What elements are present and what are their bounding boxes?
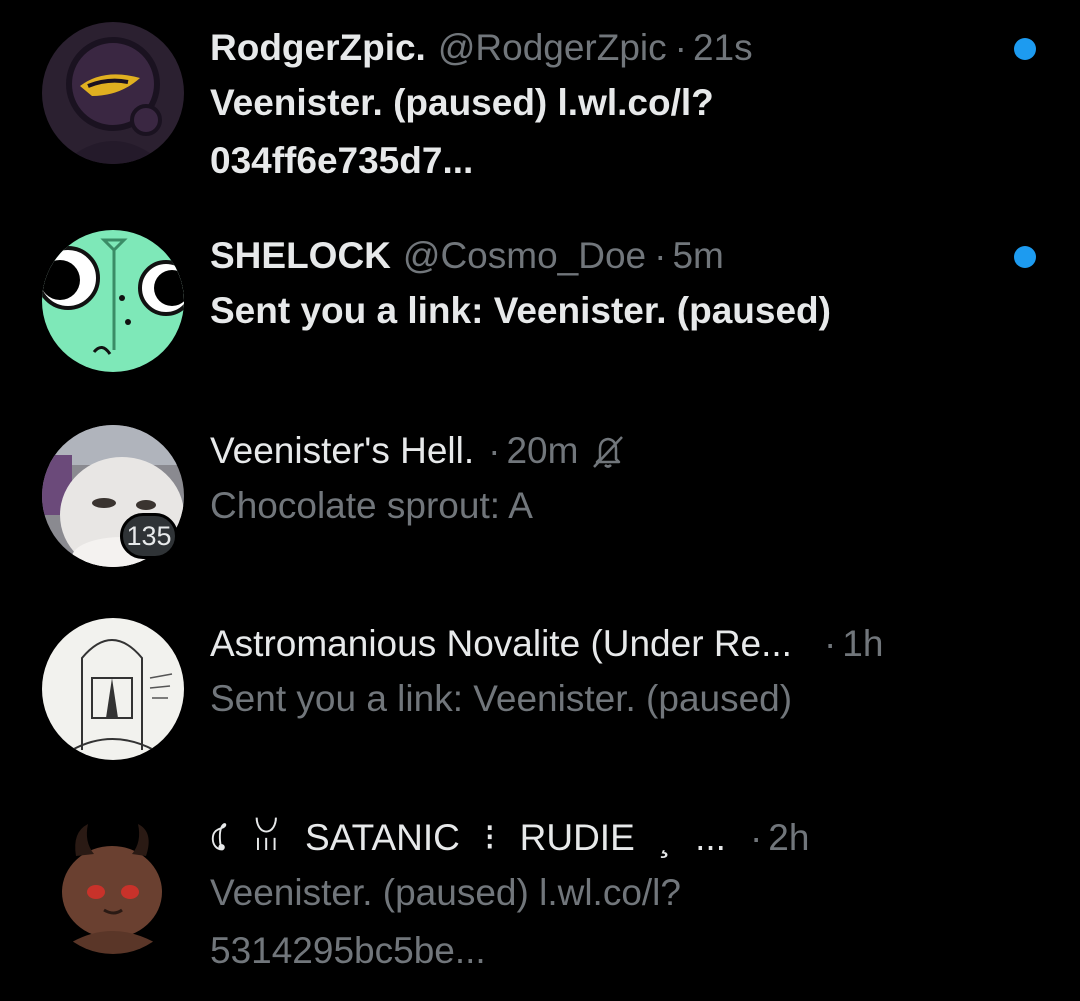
- message-preview: Sent you a link: Veenister. (paused): [210, 678, 793, 719]
- green-eyes-avatar-icon: [42, 230, 184, 372]
- avatar[interactable]: [42, 22, 184, 164]
- conversation-content: RodgerZpic. @RodgerZpic · 21s Veenister.…: [210, 22, 1000, 190]
- conversation-content: Astromanious Novalite (Under Re... · 1h …: [210, 618, 1000, 728]
- avatar[interactable]: [42, 618, 184, 760]
- avatar[interactable]: [42, 230, 184, 372]
- conversation-header: 𖤃 ꈍ SATANIC ⁝ RUDIE ¸ ... · 2h: [210, 812, 1000, 864]
- conversation-item[interactable]: 𖤃 ꈍ SATANIC ⁝ RUDIE ¸ ... · 2h Veenister…: [0, 812, 1080, 992]
- conversation-content: SHELOCK @Cosmo_Doe · 5m Sent you a link:…: [210, 230, 1000, 340]
- display-name-ellipsis: ...: [695, 817, 726, 858]
- display-name-part: RUDIE: [519, 817, 635, 858]
- conversation-item[interactable]: 135 Veenister's Hell. · 20m Chocolate sp…: [0, 425, 1080, 575]
- conversation-item[interactable]: RodgerZpic. @RodgerZpic · 21s Veenister.…: [0, 22, 1080, 192]
- separator: ·: [654, 235, 667, 276]
- display-name: Astromanious Novalite (Under Re...: [210, 623, 792, 664]
- horned-creature-avatar-icon: [42, 812, 184, 954]
- timestamp: 20m: [506, 430, 579, 471]
- purple-figure-avatar-icon: [42, 22, 184, 164]
- user-handle: @Cosmo_Doe: [402, 235, 647, 276]
- conversation-item[interactable]: Astromanious Novalite (Under Re... · 1h …: [0, 618, 1080, 768]
- conversation-list: RodgerZpic. @RodgerZpic · 21s Veenister.…: [0, 0, 1080, 1001]
- display-name-glyph: ¸: [658, 817, 672, 858]
- timestamp: 1h: [842, 623, 884, 664]
- timestamp: 21s: [692, 27, 753, 68]
- unread-indicator: [1014, 246, 1036, 268]
- message-preview: Sent you a link: Veenister. (paused): [210, 290, 831, 331]
- display-name: RodgerZpic.: [210, 27, 426, 68]
- separator: ·: [488, 430, 501, 471]
- conversation-header: Astromanious Novalite (Under Re... · 1h: [210, 618, 1000, 670]
- display-name-glyph: ꈍ: [252, 817, 281, 858]
- conversation-content: Veenister's Hell. · 20m Chocolate sprout…: [210, 425, 1000, 535]
- bell-muted-icon: [593, 436, 624, 468]
- separator: ·: [674, 27, 687, 68]
- timestamp: 5m: [672, 235, 724, 276]
- display-name: Veenister's Hell.: [210, 430, 475, 471]
- separator: ·: [749, 817, 763, 858]
- conversation-header: RodgerZpic. @RodgerZpic · 21s: [210, 22, 1000, 74]
- timestamp: 2h: [768, 817, 810, 858]
- conversation-header: Veenister's Hell. · 20m: [210, 425, 1000, 477]
- avatar[interactable]: [42, 812, 184, 954]
- display-name-glyph: 𖤃: [210, 817, 229, 858]
- unread-indicator: [1014, 38, 1036, 60]
- conversation-content: 𖤃 ꈍ SATANIC ⁝ RUDIE ¸ ... · 2h Veenister…: [210, 812, 1000, 980]
- message-preview: Chocolate sprout: A: [210, 485, 533, 526]
- display-name: SHELOCK: [210, 235, 391, 276]
- conversation-header: SHELOCK @Cosmo_Doe · 5m: [210, 230, 1000, 282]
- message-preview: Veenister. (paused) l.wl.co/l? 034ff6e73…: [210, 82, 714, 181]
- sketch-helmet-avatar-icon: [42, 618, 184, 760]
- separator: ·: [823, 623, 837, 664]
- message-preview: Veenister. (paused) l.wl.co/l? 5314295bc…: [210, 872, 681, 971]
- display-name-glyph: ⁝: [483, 817, 496, 858]
- display-name-part: SATANIC: [305, 817, 460, 858]
- user-handle: @RodgerZpic: [437, 27, 667, 68]
- unread-count-badge: 135: [120, 513, 178, 559]
- conversation-item[interactable]: SHELOCK @Cosmo_Doe · 5m Sent you a link:…: [0, 230, 1080, 380]
